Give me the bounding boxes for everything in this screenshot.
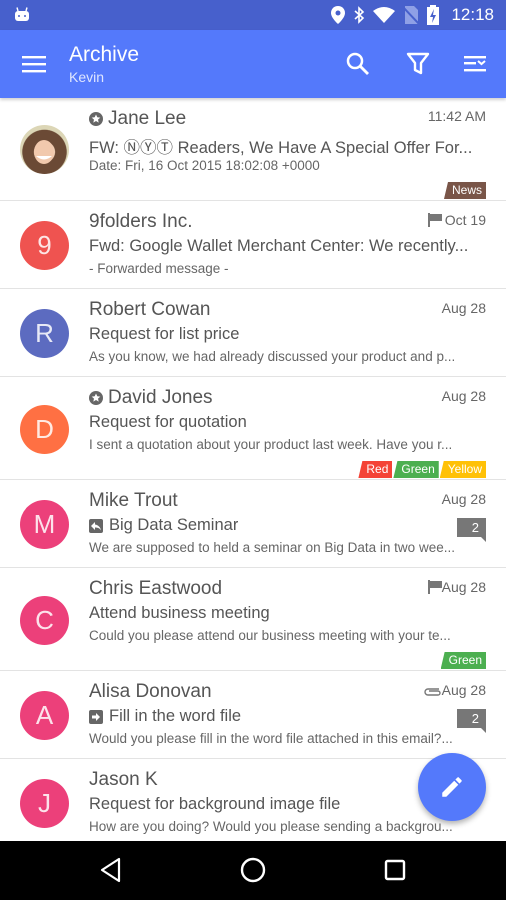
email-preview: Would you please fill in the word file a… [89, 731, 453, 746]
pencil-icon [442, 777, 462, 797]
email-subject: Big Data Seminar [89, 516, 238, 535]
email-date: Aug 28 [441, 491, 486, 507]
tag-green: Green [440, 652, 486, 669]
email-subject: Request for list price [89, 325, 240, 343]
wifi-icon [373, 7, 396, 23]
thread-count-badge: 2 [457, 518, 486, 542]
attachment-icon [424, 688, 441, 696]
filter-icon[interactable] [404, 50, 432, 78]
avatar: A [20, 691, 69, 740]
email-sender: 9folders Inc. [89, 211, 193, 232]
email-item[interactable]: A Alisa Donovan Aug 28 Fill in the word … [0, 671, 506, 759]
email-item[interactable]: C Chris Eastwood Aug 28 Attend business … [0, 568, 506, 671]
email-date: Aug 28 [441, 682, 486, 698]
email-date: 11:42 AM [427, 108, 486, 124]
avatar: J [20, 779, 69, 828]
status-bar: 12:18 [0, 0, 506, 30]
thread-count-badge: 2 [457, 709, 486, 733]
email-subject: Request for background image file [89, 795, 341, 813]
clock: 12:18 [451, 5, 494, 24]
recents-icon[interactable] [380, 855, 410, 885]
star-icon [89, 112, 103, 126]
email-sender: David Jones [89, 387, 213, 409]
email-date: Aug 28 [441, 300, 486, 316]
email-preview: Date: Fri, 16 Oct 2015 18:02:08 +0000 [89, 158, 320, 173]
tag-red: Red [358, 461, 393, 478]
email-subject: Fill in the word file [89, 707, 241, 726]
email-sender: Alisa Donovan [89, 681, 212, 702]
email-subject: Attend business meeting [89, 604, 270, 622]
menu-icon[interactable] [22, 52, 48, 76]
avatar: M [20, 500, 69, 549]
avatar-photo [34, 140, 54, 164]
email-date: Oct 19 [444, 212, 486, 228]
email-subject: Fwd: Google Wallet Merchant Center: We r… [89, 237, 469, 255]
email-sender: Jane Lee [89, 108, 186, 130]
app-bar: Archive Kevin [0, 30, 506, 98]
tag-yellow: Yellow [439, 461, 486, 478]
email-item[interactable]: R Robert Cowan Aug 28 Request for list p… [0, 289, 506, 377]
email-date: Aug 28 [441, 388, 486, 404]
tag-list: Red Green Yellow [358, 461, 486, 478]
home-icon[interactable] [238, 855, 268, 885]
bluetooth-icon [354, 6, 365, 24]
email-date: Aug 28 [441, 579, 486, 595]
email-preview: We are supposed to held a seminar on Big… [89, 540, 455, 555]
avatar: 9 [20, 221, 69, 270]
no-sim-icon [403, 6, 420, 24]
email-item[interactable]: 9 9folders Inc. Oct 19 Fwd: Google Walle… [0, 201, 506, 289]
avatar: R [20, 309, 69, 358]
email-preview: I sent a quotation about your product la… [89, 437, 453, 452]
email-item[interactable]: M Mike Trout Aug 28 Big Data Seminar 2 W… [0, 480, 506, 568]
email-list: Jane Lee 11:42 AM FW: ⓃⓎⓉ Readers, We Ha… [0, 98, 506, 841]
location-icon [331, 6, 346, 24]
avatar [20, 125, 69, 174]
search-icon[interactable] [344, 50, 372, 78]
account-name: Kevin [69, 69, 105, 85]
email-sender: Chris Eastwood [89, 578, 223, 599]
email-sender: Mike Trout [89, 490, 178, 511]
email-sender: Robert Cowan [89, 299, 211, 320]
email-preview: How are you doing? Would you please send… [89, 819, 453, 834]
reply-icon [89, 518, 103, 533]
email-item[interactable]: Jane Lee 11:42 AM FW: ⓃⓎⓉ Readers, We Ha… [0, 98, 506, 201]
tag-news: News [443, 182, 486, 199]
email-sender: Jason K [89, 769, 158, 790]
avatar: C [20, 596, 69, 645]
email-subject: FW: ⓃⓎⓉ Readers, We Have A Special Offer… [89, 139, 473, 157]
tag-list: Green [440, 652, 486, 669]
email-subject: Request for quotation [89, 413, 247, 431]
compose-button[interactable] [418, 753, 486, 821]
email-item[interactable]: D David Jones Aug 28 Request for quotati… [0, 377, 506, 480]
star-icon [89, 391, 103, 405]
avatar: D [20, 405, 69, 454]
email-preview: As you know, we had already discussed yo… [89, 349, 456, 364]
email-preview: - Forwarded message - [89, 261, 229, 276]
tag-green: Green [393, 461, 439, 478]
nav-bar [0, 841, 506, 900]
flag-icon [428, 213, 442, 227]
page-title: Archive [69, 43, 140, 66]
forward-icon [89, 709, 103, 724]
back-icon[interactable] [97, 855, 127, 885]
email-preview: Could you please attend our business mee… [89, 628, 451, 643]
select-list-icon[interactable] [462, 50, 490, 78]
battery-charging-icon [427, 5, 440, 25]
tag-list: News [443, 182, 486, 199]
android-icon [15, 7, 29, 21]
